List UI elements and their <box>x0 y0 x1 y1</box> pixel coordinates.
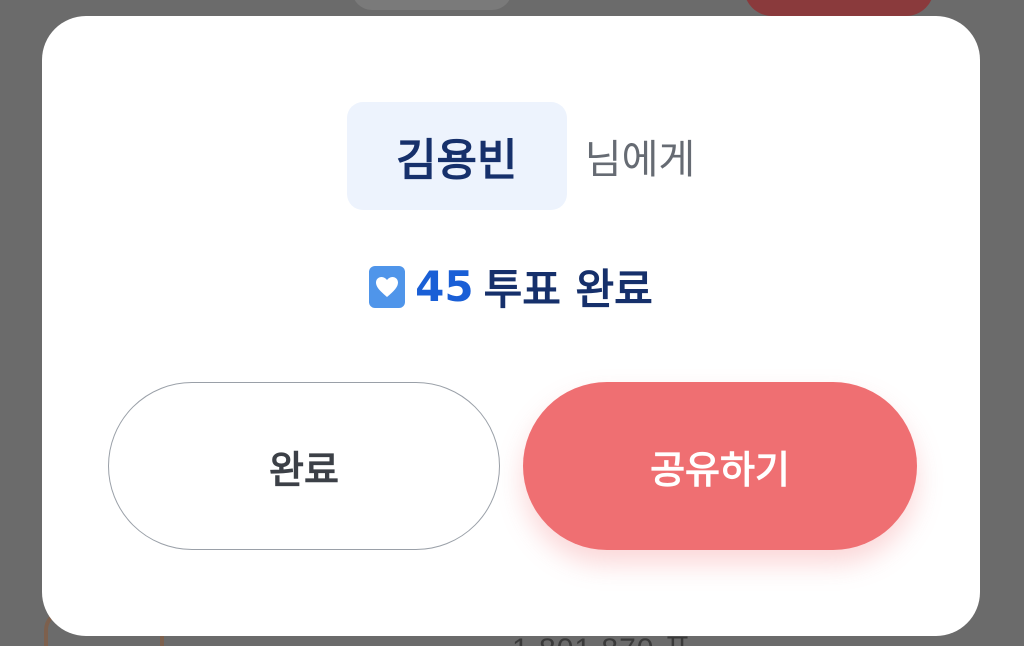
done-button[interactable]: 완료 <box>108 382 500 550</box>
recipient-suffix: 님에게 <box>584 137 696 183</box>
background-pill <box>352 0 512 10</box>
heart-icon <box>369 265 406 308</box>
recipient-name: 김용빈 <box>396 135 518 186</box>
vote-summary: 45 투표 완료 <box>42 256 980 317</box>
recipient-chip: 김용빈 <box>346 102 567 210</box>
vote-status-label: 투표 완료 <box>483 265 653 314</box>
vote-complete-dialog: 김용빈 님에게 45 투표 완료 완료 공유하기 <box>42 16 980 636</box>
background-red-button <box>744 0 934 16</box>
share-button[interactable]: 공유하기 <box>523 382 917 550</box>
vote-count: 45 <box>415 262 474 311</box>
recipient-row: 김용빈 님에게 <box>42 102 980 210</box>
